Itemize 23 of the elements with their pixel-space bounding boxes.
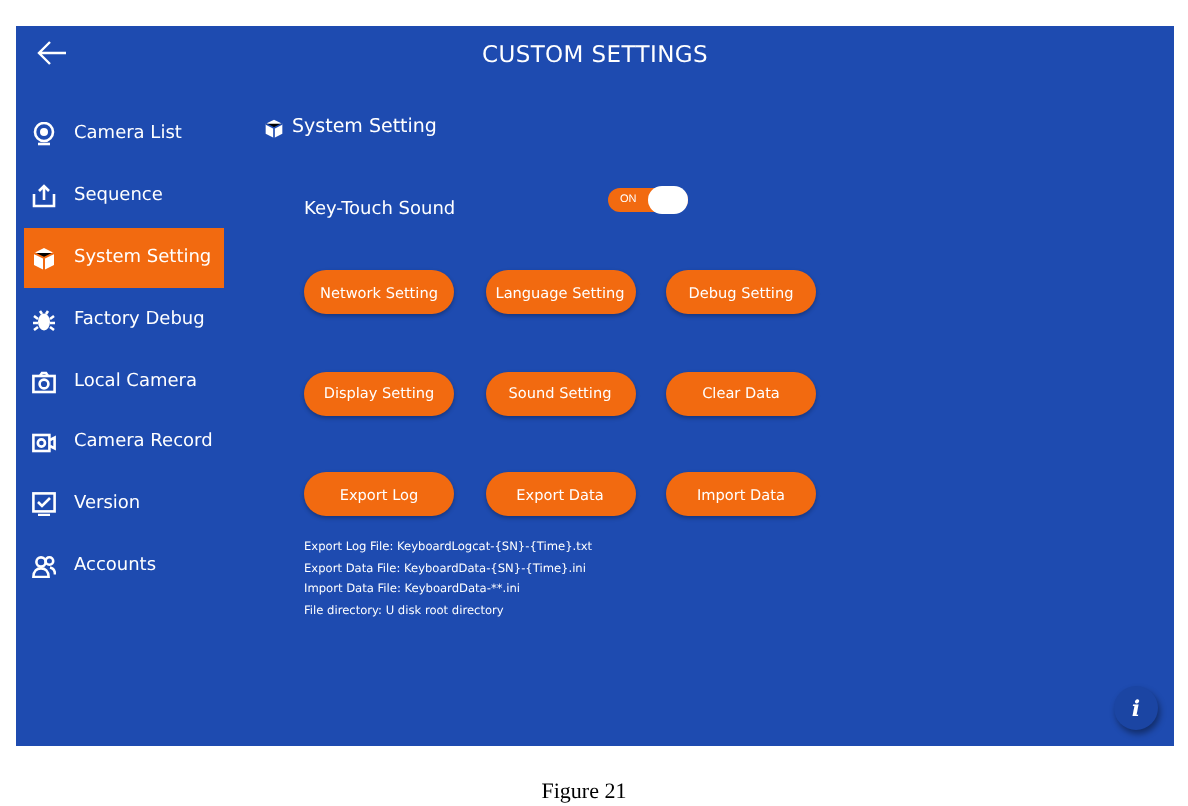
users-icon — [32, 553, 56, 578]
back-arrow-icon[interactable] — [36, 40, 68, 66]
webcam-icon — [32, 122, 56, 147]
cube-icon — [264, 117, 284, 137]
figure-caption: Figure 21 — [541, 780, 627, 804]
bug-icon — [32, 307, 56, 332]
section-title: System Setting — [292, 116, 437, 138]
camera-icon — [32, 369, 56, 394]
sidebar-item[interactable]: Version — [24, 473, 224, 536]
sidebar-item[interactable]: Sequence — [24, 165, 224, 228]
checked-screen-icon — [32, 492, 56, 517]
sidebar-item[interactable]: System Setting — [24, 227, 224, 289]
sidebar-item[interactable]: Camera List — [24, 104, 224, 166]
cube-icon — [32, 245, 56, 270]
share-box-icon — [32, 184, 56, 209]
sidebar-item[interactable]: Local Camera — [24, 350, 224, 412]
sidebar-item[interactable]: Camera Record — [24, 411, 224, 474]
setting-label: Key-Touch Sound — [304, 200, 458, 220]
screen-title: CUSTOM SETTINGS — [481, 40, 709, 68]
video-camera-icon — [32, 430, 56, 455]
sidebar-item[interactable]: Factory Debug — [24, 288, 224, 351]
sidebar-item[interactable]: Accounts — [24, 535, 224, 597]
info-button[interactable]: i — [1114, 686, 1158, 730]
